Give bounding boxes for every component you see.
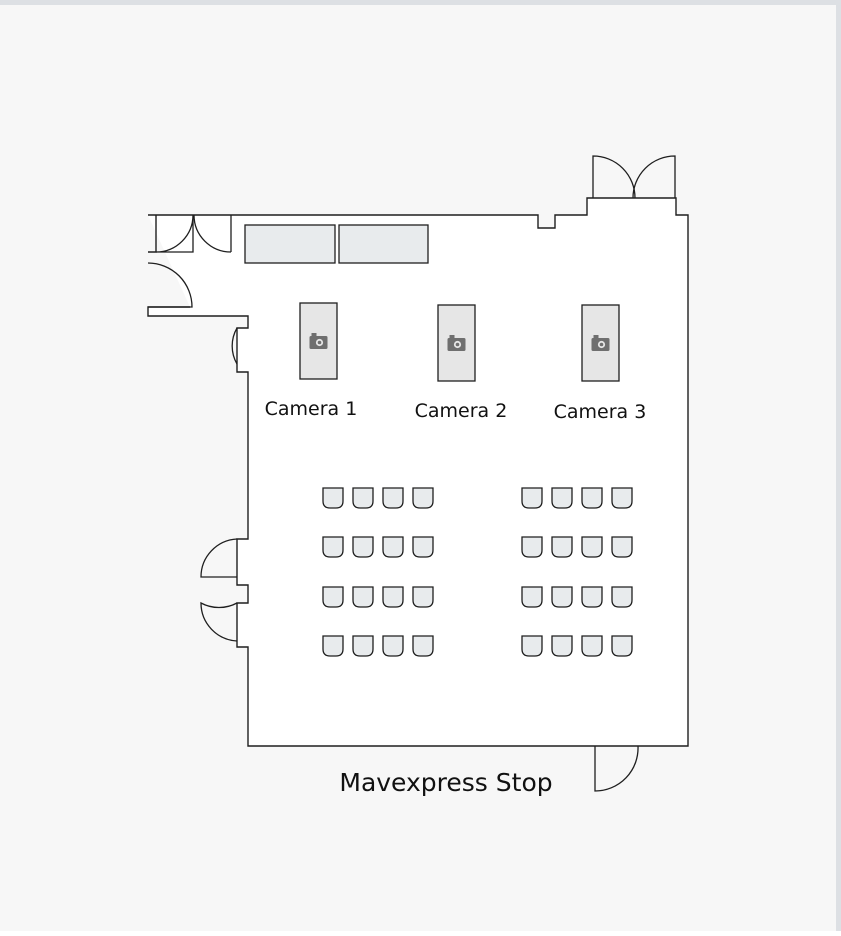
camera-label-2: Camera 2 bbox=[415, 400, 508, 422]
chair bbox=[551, 586, 573, 608]
door-left-lower bbox=[200, 601, 238, 642]
chair bbox=[521, 635, 543, 657]
door-bottom bbox=[594, 745, 639, 792]
chair bbox=[352, 586, 374, 608]
room-name-label: Mavexpress Stop bbox=[339, 768, 552, 797]
chair bbox=[581, 536, 603, 558]
chair bbox=[322, 487, 344, 509]
counter-2 bbox=[338, 224, 429, 264]
camera-label-1: Camera 1 bbox=[265, 398, 358, 420]
chair bbox=[611, 536, 633, 558]
chair bbox=[521, 487, 543, 509]
chair bbox=[382, 635, 404, 657]
chair bbox=[322, 635, 344, 657]
chair bbox=[581, 586, 603, 608]
chair bbox=[611, 487, 633, 509]
chair bbox=[412, 536, 434, 558]
counter-1 bbox=[244, 224, 336, 264]
chair bbox=[412, 487, 434, 509]
room-walls bbox=[147, 197, 689, 747]
chair bbox=[521, 586, 543, 608]
door-top-right-2 bbox=[632, 155, 676, 199]
chair bbox=[551, 635, 573, 657]
chair bbox=[322, 586, 344, 608]
chair bbox=[322, 536, 344, 558]
floor-plan-frame: Camera 1 Camera 2 Camera 3 Mavexpress Stop bbox=[0, 0, 841, 931]
chair bbox=[412, 586, 434, 608]
door-left-middle bbox=[200, 538, 238, 578]
door-top-right bbox=[592, 155, 636, 199]
camera-label-3: Camera 3 bbox=[554, 401, 647, 423]
chair bbox=[581, 635, 603, 657]
chair bbox=[352, 635, 374, 657]
chair bbox=[382, 536, 404, 558]
chair bbox=[352, 487, 374, 509]
chair bbox=[382, 586, 404, 608]
chair bbox=[611, 586, 633, 608]
chair bbox=[352, 536, 374, 558]
chair bbox=[412, 635, 434, 657]
chair bbox=[551, 487, 573, 509]
chair bbox=[611, 635, 633, 657]
chair bbox=[551, 536, 573, 558]
door-left-upper bbox=[231, 327, 238, 365]
floor-plan: Camera 1 Camera 2 Camera 3 Mavexpress Stop bbox=[147, 155, 689, 797]
camera-group: Camera 1 Camera 2 Camera 3 bbox=[265, 302, 647, 423]
chair bbox=[382, 487, 404, 509]
chair bbox=[521, 536, 543, 558]
chair bbox=[581, 487, 603, 509]
